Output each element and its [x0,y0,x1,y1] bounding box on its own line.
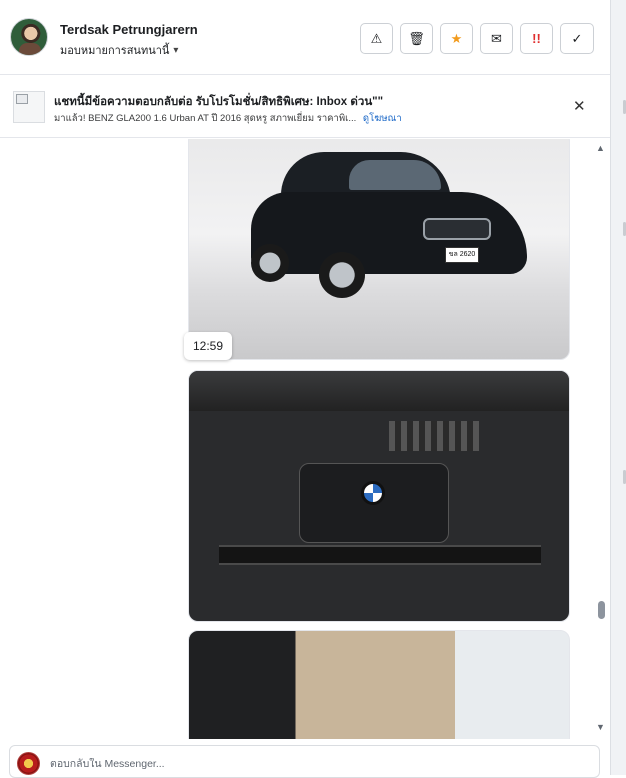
reply-input[interactable] [50,758,570,770]
star-button[interactable]: ★ [440,23,473,54]
done-button[interactable]: ✓ [560,23,594,54]
ad-thumbnail-image [13,91,45,123]
contact-name[interactable]: Terdsak Petrungjarern [60,22,198,37]
assign-conversation-dropdown[interactable]: มอบหมายการสนทนานี้ ▾ [60,41,178,59]
message-thread: ขล 2620 12:59 [0,139,610,739]
banner-ad-text: มาแล้ว! BENZ GLA200 1.6 Urban AT ปี 2016… [54,113,357,124]
thread-scrollbar[interactable]: ▲ ▼ [596,140,608,738]
page-avatar [17,752,40,775]
scroll-down-icon[interactable]: ▼ [596,722,605,732]
rear-wheel [251,244,289,282]
car-window [349,160,441,190]
delete-button[interactable]: 🗑 [400,23,433,54]
urgent-button[interactable]: !! [520,23,553,54]
adjacent-pane-edge [610,0,626,775]
report-button[interactable]: ⚠ [360,23,393,54]
conversation-panel: Terdsak Petrungjarern มอบหมายการสนทนานี้… [0,0,610,778]
assign-label: มอบหมายการสนทนานี้ [60,45,170,57]
view-ad-link[interactable]: ดูโฆษณา [363,113,402,124]
checkmark-icon: ✓ [571,30,583,46]
license-plate: ขล 2620 [445,247,479,263]
bmw-logo-icon [361,481,385,505]
open-hood [189,371,569,411]
chevron-down-icon: ▾ [173,44,179,56]
engine-bay-photo[interactable] [188,370,570,622]
conversation-actions: ⚠ 🗑 ★ ✉ !! ✓ [360,23,594,54]
car-exterior-photo[interactable]: ขล 2620 [188,139,570,360]
trash-icon: 🗑 [408,30,425,46]
urgent-icon: !! [532,31,541,46]
conversation-header: Terdsak Petrungjarern มอบหมายการสนทนานี้… [0,0,610,75]
front-wheel [319,252,365,298]
contact-avatar[interactable] [10,18,48,56]
strut-brace [219,545,541,565]
scroll-thumb[interactable] [598,601,605,619]
banner-subtitle: มาแล้ว! BENZ GLA200 1.6 Urban AT ปี 2016… [54,111,402,126]
banner-title: แชทนี้มีข้อความตอบกลับต่อ รับโปรโมชั่น/ส… [54,96,384,108]
avatar-figure [19,43,41,55]
ad-reply-banner: แชทนี้มีข้อความตอบกลับต่อ รับโปรโมชั่น/ส… [0,76,610,138]
car-grille [423,218,491,240]
close-icon[interactable]: ✕ [573,97,586,115]
reply-composer [9,745,600,778]
mark-unread-button[interactable]: ✉ [480,23,513,54]
message-timestamp: 12:59 [184,332,232,360]
warning-icon: ⚠ [370,30,383,46]
star-icon: ★ [450,30,463,46]
engine-intake [389,421,479,451]
door-interior-photo[interactable] [188,630,570,739]
envelope-icon: ✉ [491,30,502,46]
scroll-up-icon[interactable]: ▲ [596,143,605,153]
